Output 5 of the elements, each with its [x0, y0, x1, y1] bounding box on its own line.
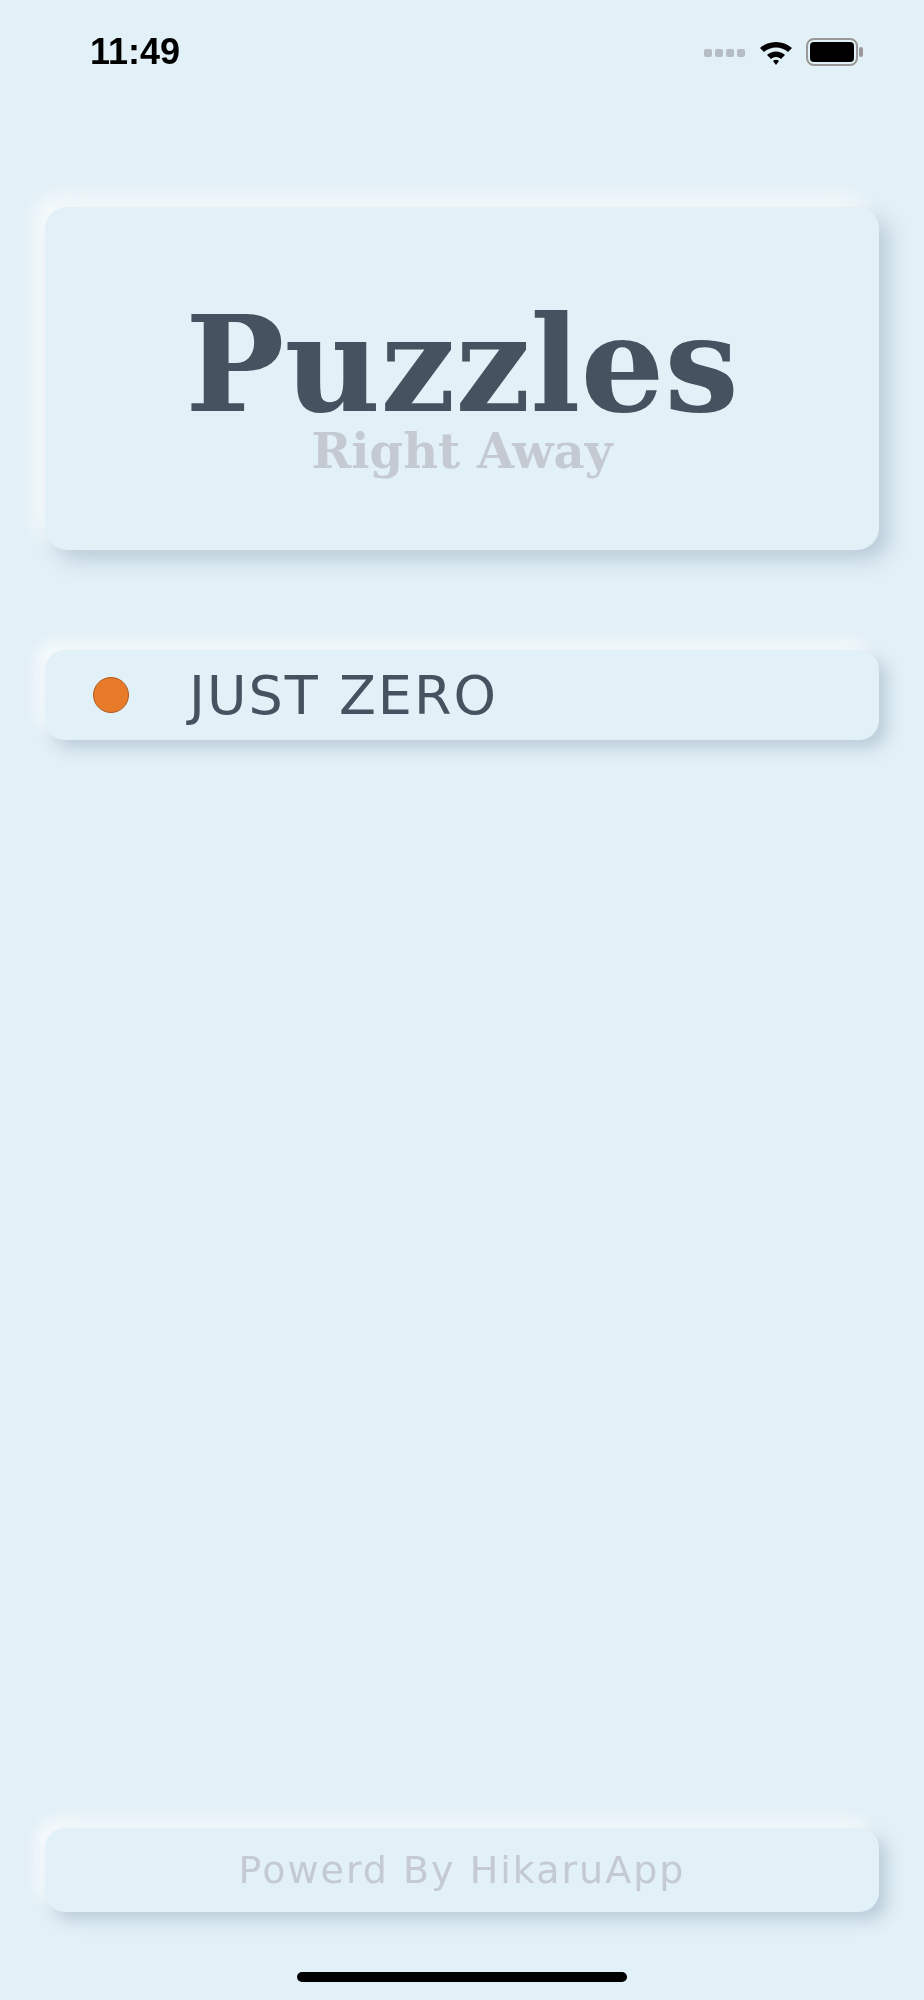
game-item[interactable]: JUST ZERO — [45, 650, 879, 740]
battery-icon — [806, 38, 864, 66]
app-title: Puzzles — [185, 298, 739, 431]
signal-icon — [704, 47, 746, 57]
status-time: 11:49 — [90, 30, 181, 74]
